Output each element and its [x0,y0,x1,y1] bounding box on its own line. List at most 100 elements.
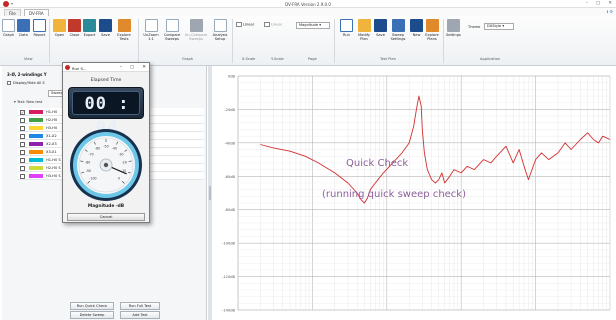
ribbon: Graph Data Report Open Close Export Save… [0,16,616,66]
settings-button[interactable]: Settings [446,19,461,37]
gauge-tick-label: -80 [85,160,90,164]
maximize-button[interactable]: ▢ [596,1,600,6]
splitter-grip-icon[interactable] [209,186,211,200]
y-tick-label: -100dB [222,242,235,246]
unzoom-button[interactable]: UnZoom 1:1 [141,19,161,41]
data-icon [17,19,30,32]
dialog-title-bar[interactable]: Run S... – ▢ ✕ [63,63,149,72]
sweep-label: H2-H0 [46,117,58,122]
dialog-minimize-button[interactable]: – [120,65,122,70]
sweep-checkbox[interactable] [20,125,25,131]
sweep-label: H2-H0 S [46,165,61,170]
ribbon-separator [49,19,50,63]
cancel-button[interactable]: Cancel [67,213,145,221]
gauge-tick-label: -100 [89,176,96,180]
add-test-button[interactable]: Add Test [120,311,160,319]
y-tick-label: -120dB [222,275,235,279]
minimize-button[interactable]: – [586,1,588,6]
run-button[interactable]: Run [340,19,353,37]
compare-sweeps-button[interactable]: Compare Sweeps [162,19,182,41]
sweep-label: H1-H0 S [46,157,61,162]
display-hide-all-toggle[interactable]: Display/Hide All S [7,81,45,85]
dialog-close-button[interactable]: ✕ [142,65,146,70]
save-button[interactable]: Save [99,19,112,37]
gauge-tick-label: -50 [103,145,108,149]
run-icon [340,19,353,32]
group-x-scale: X-Scale [242,57,256,61]
report-button[interactable]: Report [33,19,46,37]
sweep-settings-button[interactable]: Sweep Settings [388,19,408,41]
y-tick-label: -140dB [222,309,235,313]
window-title: DV-FRA Version 2.9.0.0 [285,1,331,7]
gauge-tick-label: 0 [118,176,120,180]
theme-select[interactable]: DXStyle ▾ [484,23,514,30]
dialog-maximize-button[interactable]: ▢ [130,65,134,70]
explore-plans-button[interactable]: Explore Plans [424,19,440,41]
explore-tests-icon [117,19,131,32]
sweep-checkbox[interactable] [20,149,25,155]
sweep-color-swatch [29,150,43,154]
sweep-color-swatch [29,158,43,162]
tab-dv-fra[interactable]: DV-FRA [24,9,49,16]
sweep-checkbox[interactable] [20,173,25,179]
group-view: View [24,57,33,61]
y-tick-label: -40dB [224,141,235,145]
run-quick-check-button[interactable]: Run Quick Check [70,302,114,310]
sweep-checkbox[interactable] [20,157,25,163]
tab-file[interactable]: File [4,9,21,16]
page-select[interactable]: Magnitude ▾ [296,22,330,29]
y-tick-label: 0dB [228,75,236,79]
window-controls: – ▢ ✕ [586,1,612,6]
close-button[interactable]: Close [68,19,81,37]
explore-plans-icon [425,19,439,32]
data-button[interactable]: Data [17,19,30,37]
new-plan-icon [410,19,423,32]
modify-plan-icon [357,19,371,32]
help-settings-icons[interactable]: ℹ ⚙ [607,9,613,14]
sweep-color-swatch [29,174,43,178]
graph-button[interactable]: Graph [2,19,15,37]
test-node[interactable]: ▾ Test: New test [14,100,42,104]
report-icon [33,19,46,32]
plot-area[interactable]: 0dB -20dB -40dB -60dB -80dB -100dB -120dB -140d… [212,66,616,320]
sweep-checkbox[interactable] [20,117,25,123]
save-icon [99,19,112,32]
x-scale-linear-toggle[interactable]: Linear [236,22,254,27]
group-application: Application [480,57,501,61]
sweep-checkbox[interactable]: ✓ [20,109,25,115]
y-scale-linear-toggle[interactable]: Linear [264,22,282,27]
open-button[interactable]: Open [53,19,66,37]
sweep-checkbox[interactable] [20,133,25,139]
sweep-color-swatch [29,126,43,130]
export-button[interactable]: Export [83,19,96,37]
sweep-color-swatch [29,166,43,170]
sweep-settings-icon [391,19,405,32]
new-plan-button[interactable]: New [410,19,423,37]
uncompare-sweeps-icon [189,19,203,32]
explore-tests-button[interactable]: Explore Tests [114,19,134,41]
close-window-button[interactable]: ✕ [608,1,612,6]
analysis-setup-button[interactable]: Analysis Setup [210,19,230,41]
delete-sweep-button[interactable]: Delete Sweep [70,311,114,319]
linear-y-icon [264,22,270,27]
gauge-tick-label: -60 [95,147,100,151]
sweep-color-swatch [29,142,43,146]
sweep-checkbox[interactable] [20,141,25,147]
linear-x-icon [236,22,242,27]
run-full-test-button[interactable]: Run Full Test [120,302,160,310]
magnitude-gauge: -100-90-80-70-60-50-40-30-20-100 [70,129,142,201]
quick-check-title: Quick Check [346,158,409,169]
sweep-label: H1-H0 [46,109,58,114]
sweep-checkbox[interactable] [20,165,25,171]
gauge-hub-center [103,162,109,168]
open-folder-icon [53,19,66,32]
sweep-label: X2-X3 [46,141,57,146]
quick-check-subtitle: (running quick sweep check) [322,189,466,200]
ribbon-separator [232,19,233,63]
sweep-color-swatch [29,118,43,122]
save-plan-button[interactable]: Save [374,19,387,37]
modify-plan-button[interactable]: Modify Plan [356,19,372,41]
uncompare-sweeps-button[interactable]: Un-Compare Sweeps [184,19,208,41]
sweep-color-swatch [29,110,43,114]
magnitude-label: Magnitude -dB [87,204,125,209]
